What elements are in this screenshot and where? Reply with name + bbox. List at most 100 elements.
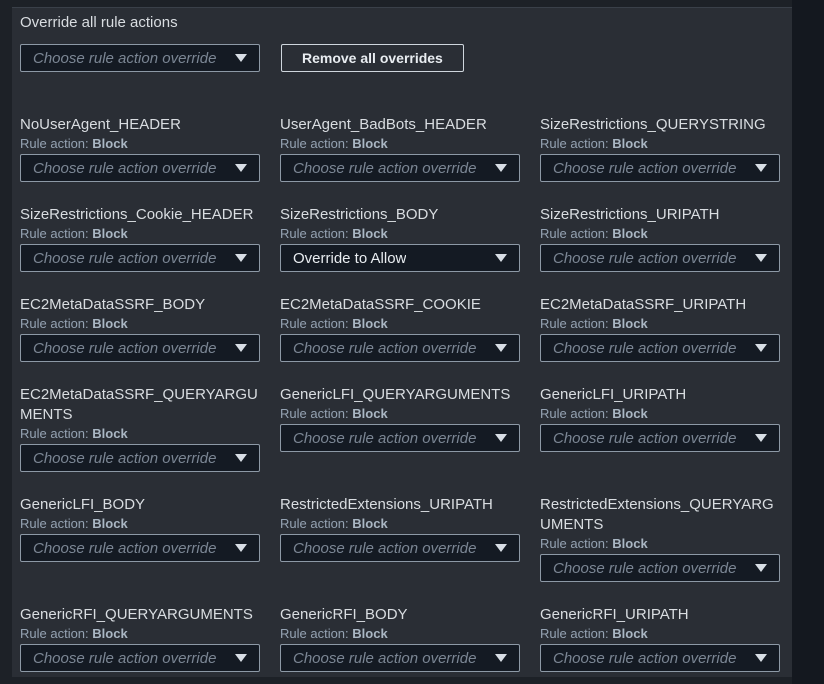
rule-override-select-value: Choose rule action override — [33, 250, 216, 267]
rule-name: GenericLFI_URIPATH — [540, 385, 780, 405]
rule-name: GenericRFI_QUERYARGUMENTS — [20, 605, 260, 625]
chevron-down-icon — [755, 654, 767, 662]
rule-override-select[interactable]: Choose rule action override — [540, 424, 780, 452]
chevron-down-icon — [495, 654, 507, 662]
rule-override-select[interactable]: Choose rule action override — [280, 534, 520, 562]
chevron-down-icon — [495, 544, 507, 552]
rule-override-select-value: Choose rule action override — [293, 340, 476, 357]
rule-override-select[interactable]: Choose rule action override — [20, 444, 260, 472]
rule-action-label: Rule action: — [20, 516, 89, 531]
rule-card: SizeRestrictions_URIPATH Rule action: Bl… — [540, 205, 780, 272]
rule-action-value: Block — [352, 136, 387, 151]
rule-action-line: Rule action: Block — [540, 405, 780, 423]
rule-action-line: Rule action: Block — [20, 135, 260, 153]
rule-card: EC2MetaDataSSRF_COOKIE Rule action: Bloc… — [280, 295, 520, 362]
override-all-label: Override all rule actions — [20, 14, 780, 32]
rule-name: UserAgent_BadBots_HEADER — [280, 115, 520, 135]
chevron-down-icon — [755, 564, 767, 572]
rule-override-select[interactable]: Choose rule action override — [540, 554, 780, 582]
rule-card: GenericRFI_URIPATH Rule action: Block Ch… — [540, 605, 780, 672]
rule-override-select[interactable]: Choose rule action override — [20, 334, 260, 362]
chevron-down-icon — [495, 344, 507, 352]
rule-card: EC2MetaDataSSRF_URIPATH Rule action: Blo… — [540, 295, 780, 362]
rule-action-line: Rule action: Block — [280, 135, 520, 153]
rule-override-select[interactable]: Choose rule action override — [280, 154, 520, 182]
rule-card: EC2MetaDataSSRF_QUERYARGUMENTS Rule acti… — [20, 385, 260, 472]
rule-action-value: Block — [92, 516, 127, 531]
rule-action-line: Rule action: Block — [540, 535, 780, 553]
rule-override-select-value: Choose rule action override — [293, 160, 476, 177]
rules-grid: NoUserAgent_HEADER Rule action: Block Ch… — [20, 115, 780, 672]
rule-action-value: Block — [612, 406, 647, 421]
rule-card: GenericLFI_URIPATH Rule action: Block Ch… — [540, 385, 780, 452]
rule-override-select-value: Choose rule action override — [553, 340, 736, 357]
rule-action-label: Rule action: — [280, 626, 349, 641]
rule-name: GenericLFI_BODY — [20, 495, 260, 515]
rule-action-value: Block — [352, 516, 387, 531]
rule-action-label: Rule action: — [20, 136, 89, 151]
override-all-select[interactable]: Choose rule action override — [20, 44, 260, 72]
remove-all-overrides-button[interactable]: Remove all overrides — [281, 44, 464, 72]
rule-override-select[interactable]: Choose rule action override — [20, 154, 260, 182]
rule-override-select-value: Choose rule action override — [33, 340, 216, 357]
rule-action-value: Block — [92, 136, 127, 151]
rule-action-label: Rule action: — [280, 406, 349, 421]
rule-action-line: Rule action: Block — [540, 315, 780, 333]
rule-card: GenericLFI_QUERYARGUMENTS Rule action: B… — [280, 385, 520, 452]
rule-override-select[interactable]: Override to Allow — [280, 244, 520, 272]
rule-action-line: Rule action: Block — [280, 225, 520, 243]
rule-action-label: Rule action: — [280, 226, 349, 241]
rule-action-line: Rule action: Block — [20, 625, 260, 643]
rule-override-select[interactable]: Choose rule action override — [540, 334, 780, 362]
rule-action-value: Block — [352, 226, 387, 241]
rule-action-value: Block — [612, 536, 647, 551]
rule-action-value: Block — [352, 406, 387, 421]
rule-override-select[interactable]: Choose rule action override — [540, 154, 780, 182]
rule-override-select[interactable]: Choose rule action override — [280, 644, 520, 672]
rule-action-value: Block — [612, 626, 647, 641]
rule-override-select-value: Choose rule action override — [553, 250, 736, 267]
rule-card: GenericRFI_QUERYARGUMENTS Rule action: B… — [20, 605, 260, 672]
rule-name: EC2MetaDataSSRF_URIPATH — [540, 295, 780, 315]
rule-action-label: Rule action: — [280, 316, 349, 331]
rule-name: GenericRFI_BODY — [280, 605, 520, 625]
rule-name: RestrictedExtensions_QUERYARGUMENTS — [540, 495, 780, 535]
chevron-down-icon — [755, 434, 767, 442]
rule-card: SizeRestrictions_BODY Rule action: Block… — [280, 205, 520, 272]
rule-action-line: Rule action: Block — [540, 625, 780, 643]
rule-name: SizeRestrictions_QUERYSTRING — [540, 115, 780, 135]
rule-action-value: Block — [92, 316, 127, 331]
rule-action-value: Block — [352, 316, 387, 331]
rule-override-select-value: Override to Allow — [293, 250, 406, 267]
rule-card: SizeRestrictions_Cookie_HEADER Rule acti… — [20, 205, 260, 272]
rule-card: RestrictedExtensions_URIPATH Rule action… — [280, 495, 520, 562]
rule-override-select[interactable]: Choose rule action override — [280, 334, 520, 362]
rule-action-line: Rule action: Block — [280, 515, 520, 533]
rule-action-value: Block — [92, 426, 127, 441]
rule-override-select[interactable]: Choose rule action override — [540, 644, 780, 672]
rule-name: NoUserAgent_HEADER — [20, 115, 260, 135]
rule-action-line: Rule action: Block — [20, 425, 260, 443]
rule-override-select-value: Choose rule action override — [293, 540, 476, 557]
rule-override-select[interactable]: Choose rule action override — [20, 534, 260, 562]
rule-card: UserAgent_BadBots_HEADER Rule action: Bl… — [280, 115, 520, 182]
chevron-down-icon — [755, 254, 767, 262]
rule-override-select-value: Choose rule action override — [33, 450, 216, 467]
rule-override-select[interactable]: Choose rule action override — [540, 244, 780, 272]
rule-override-select[interactable]: Choose rule action override — [20, 244, 260, 272]
rule-action-label: Rule action: — [20, 426, 89, 441]
rule-card: RestrictedExtensions_QUERYARGUMENTS Rule… — [540, 495, 780, 582]
rule-action-value: Block — [92, 626, 127, 641]
chevron-down-icon — [235, 654, 247, 662]
rule-action-line: Rule action: Block — [20, 515, 260, 533]
rule-override-select[interactable]: Choose rule action override — [20, 644, 260, 672]
rule-override-select[interactable]: Choose rule action override — [280, 424, 520, 452]
rule-card: NoUserAgent_HEADER Rule action: Block Ch… — [20, 115, 260, 182]
rule-override-select-value: Choose rule action override — [293, 430, 476, 447]
override-all-select-value: Choose rule action override — [33, 50, 216, 67]
rule-name: EC2MetaDataSSRF_COOKIE — [280, 295, 520, 315]
rule-action-line: Rule action: Block — [280, 625, 520, 643]
rule-action-value: Block — [612, 316, 647, 331]
chevron-down-icon — [235, 164, 247, 172]
rule-override-select-value: Choose rule action override — [293, 650, 476, 667]
